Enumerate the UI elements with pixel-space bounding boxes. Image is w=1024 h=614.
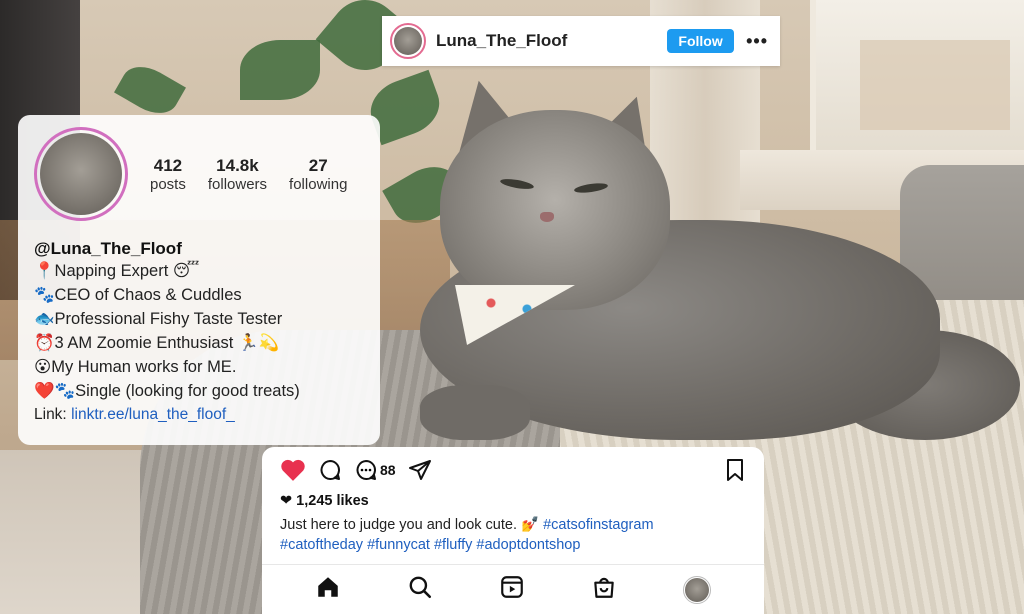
post-caption: Just here to judge you and look cute. 💅 …	[280, 515, 746, 555]
heart-icon[interactable]	[280, 458, 306, 482]
stat-value: 27	[308, 155, 328, 175]
stat-posts[interactable]: 412 posts	[150, 156, 186, 193]
bio-text: 3 AM Zoomie Enthusiast 🏃💫	[54, 334, 280, 352]
bio-line: 📍Napping Expert 😴	[34, 259, 364, 283]
stat-followers[interactable]: 14.8k followers	[208, 156, 267, 193]
bio-line: ❤️🐾Single (looking for good treats)	[34, 379, 364, 403]
profile-stats: 412 posts 14.8k followers 27 following	[150, 156, 347, 193]
profile-nav-avatar[interactable]	[683, 575, 711, 604]
bio-text: My Human works for ME.	[51, 358, 237, 376]
profile-bio: 📍Napping Expert 😴 🐾CEO of Chaos & Cuddle…	[34, 259, 364, 403]
bio-emoji: 😮	[34, 358, 52, 376]
reels-icon[interactable]	[499, 574, 525, 605]
home-icon[interactable]	[315, 574, 341, 605]
bio-line: ⏰3 AM Zoomie Enthusiast 🏃💫	[34, 331, 364, 355]
caption-text: Just here to judge you and look cute. 💅	[280, 517, 540, 533]
hashtag-list[interactable]: #catoftheday #funnycat #fluffy #adoptdon…	[280, 537, 580, 553]
stat-value: 14.8k	[216, 155, 259, 175]
share-icon[interactable]	[408, 458, 432, 482]
stat-label: followers	[207, 175, 268, 193]
bio-emoji: 🐟	[34, 310, 55, 328]
comment-icon[interactable]	[318, 458, 342, 482]
profile-avatar[interactable]	[34, 127, 128, 221]
post-actions: 88	[280, 455, 746, 485]
comments-count[interactable]: 88	[354, 458, 396, 482]
follow-button[interactable]: Follow	[667, 29, 735, 53]
stat-label: following	[289, 175, 348, 193]
bio-emoji: 📍	[34, 262, 55, 280]
stat-following[interactable]: 27 following	[289, 156, 347, 193]
post-card: 88 ❤ 1,245 likes Just here to judge you …	[262, 447, 764, 614]
profile-link-row: Link: linktr.ee/luna_the_floof_	[34, 403, 364, 427]
bio-text: Napping Expert 😴	[54, 262, 200, 280]
post-header: Luna_The_Floof Follow •••	[382, 16, 780, 66]
bio-emoji: ⏰	[34, 334, 55, 352]
bottom-nav	[262, 564, 764, 614]
more-options-icon[interactable]: •••	[746, 31, 768, 52]
comment-count: 88	[380, 462, 396, 478]
bio-text: CEO of Chaos & Cuddles	[54, 286, 242, 304]
profile-card: 412 posts 14.8k followers 27 following @…	[18, 115, 380, 445]
bookmark-icon[interactable]	[724, 458, 746, 482]
hashtag[interactable]: #catsofinstagram	[543, 517, 653, 533]
search-icon[interactable]	[407, 574, 433, 605]
comments-count-icon	[356, 460, 377, 480]
bio-text: Single (looking for good treats)	[75, 382, 300, 400]
username[interactable]: Luna_The_Floof	[436, 31, 667, 51]
link-label: Link:	[34, 406, 67, 423]
likes-count[interactable]: ❤ 1,245 likes	[280, 493, 746, 509]
bio-line: 🐟Professional Fishy Taste Tester	[34, 307, 364, 331]
profile-handle: @Luna_The_Floof	[34, 239, 182, 258]
avatar[interactable]	[390, 23, 426, 59]
bio-emoji: ❤️🐾	[34, 382, 76, 400]
stat-label: posts	[150, 175, 186, 193]
shop-icon[interactable]	[591, 574, 617, 605]
stat-value: 412	[153, 155, 183, 175]
bio-text: Professional Fishy Taste Tester	[54, 310, 283, 328]
bio-line: 🐾CEO of Chaos & Cuddles	[34, 283, 364, 307]
profile-link[interactable]: linktr.ee/luna_the_floof_	[71, 406, 235, 423]
bio-emoji: 🐾	[34, 286, 55, 304]
bio-line: 😮My Human works for ME.	[34, 355, 364, 379]
